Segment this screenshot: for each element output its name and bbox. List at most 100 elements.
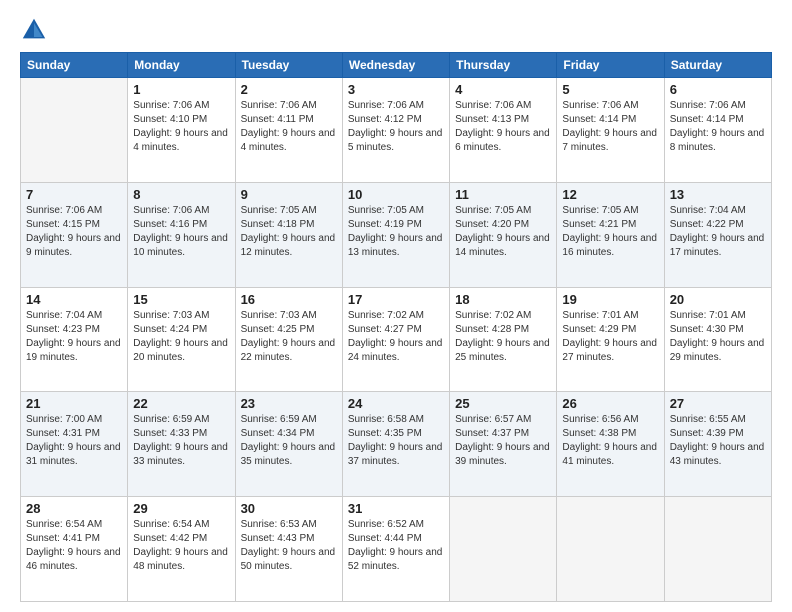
sunrise-label: Sunrise: 6:53 AM	[241, 519, 317, 530]
calendar-week-row: 21Sunrise: 7:00 AMSunset: 4:31 PMDayligh…	[21, 392, 772, 497]
day-info: Sunrise: 7:06 AMSunset: 4:15 PMDaylight:…	[26, 204, 122, 260]
calendar-cell: 24Sunrise: 6:58 AMSunset: 4:35 PMDayligh…	[342, 392, 449, 497]
sunset-label: Sunset: 4:42 PM	[133, 533, 207, 544]
daylight-label: Daylight: 9 hours and 31 minutes.	[26, 442, 121, 467]
sunset-label: Sunset: 4:34 PM	[241, 428, 315, 439]
sunset-label: Sunset: 4:35 PM	[348, 428, 422, 439]
daylight-label: Daylight: 9 hours and 6 minutes.	[455, 128, 550, 153]
sunrise-label: Sunrise: 6:58 AM	[348, 414, 424, 425]
sunset-label: Sunset: 4:12 PM	[348, 114, 422, 125]
day-number: 8	[133, 187, 229, 202]
calendar-cell: 4Sunrise: 7:06 AMSunset: 4:13 PMDaylight…	[450, 78, 557, 183]
calendar-cell: 15Sunrise: 7:03 AMSunset: 4:24 PMDayligh…	[128, 287, 235, 392]
calendar-cell: 17Sunrise: 7:02 AMSunset: 4:27 PMDayligh…	[342, 287, 449, 392]
sunset-label: Sunset: 4:25 PM	[241, 324, 315, 335]
day-number: 30	[241, 501, 337, 516]
calendar-cell: 23Sunrise: 6:59 AMSunset: 4:34 PMDayligh…	[235, 392, 342, 497]
sunset-label: Sunset: 4:20 PM	[455, 219, 529, 230]
day-info: Sunrise: 7:02 AM Sunset: 4:28 PM Daylight:…	[455, 309, 551, 365]
page: SundayMondayTuesdayWednesdayThursdayFrid…	[0, 0, 792, 612]
sunrise-label: Sunrise: 6:56 AM	[562, 414, 638, 425]
column-header-friday: Friday	[557, 53, 664, 78]
daylight-label: Daylight: 9 hours and 17 minutes.	[670, 233, 765, 258]
calendar-cell: 12 Sunrise: 7:05 AMSunset: 4:21 PMDayligh…	[557, 182, 664, 287]
sunrise-label: Sunrise: 7:01 AM	[670, 310, 746, 321]
calendar-cell: 19 Sunrise: 7:01 AMSunset: 4:29 PMDayligh…	[557, 287, 664, 392]
daylight-label: Daylight: 9 hours and 29 minutes.	[670, 338, 765, 363]
sunrise-label: Sunrise: 7:03 AM	[133, 310, 209, 321]
day-info: Sunrise: 7:03 AM Sunset: 4:25 PM Daylight:…	[241, 309, 337, 365]
sunset-label: Sunset: 4:30 PM	[670, 324, 744, 335]
day-info: Sunrise: 7:05 AMSunset: 4:21 PMDaylight:…	[562, 204, 658, 260]
daylight-label: Daylight: 9 hours and 46 minutes.	[26, 547, 121, 572]
sunrise-label: Sunrise: 6:57 AM	[455, 414, 531, 425]
calendar-week-row: 14 Sunrise: 7:04 AMSunset: 4:23 PMDayligh…	[21, 287, 772, 392]
daylight-label: Daylight: 9 hours and 14 minutes.	[455, 233, 550, 258]
day-info: Sunrise: 7:06 AMSunset: 4:12 PMDaylight:…	[348, 99, 444, 155]
day-number: 26	[562, 396, 658, 411]
column-header-tuesday: Tuesday	[235, 53, 342, 78]
calendar-cell: 1 Sunrise: 7:06 AMSunset: 4:10 PMDaylight…	[128, 78, 235, 183]
day-info: Sunrise: 6:59 AMSunset: 4:33 PMDaylight:…	[133, 413, 229, 469]
logo	[20, 16, 52, 44]
day-info: Sunrise: 6:54 AMSunset: 4:41 PMDaylight:…	[26, 518, 122, 574]
sunset-label: Sunset: 4:28 PM	[455, 324, 529, 335]
daylight-label: Daylight: 9 hours and 33 minutes.	[133, 442, 228, 467]
sunset-label: Sunset: 4:27 PM	[348, 324, 422, 335]
calendar-cell	[21, 78, 128, 183]
day-info: Sunrise: 7:06 AMSunset: 4:16 PMDaylight:…	[133, 204, 229, 260]
sunrise-label: Sunrise: 7:01 AM	[562, 310, 638, 321]
day-number: 21	[26, 396, 122, 411]
sunrise-label: Sunrise: 7:04 AM	[670, 205, 746, 216]
day-info: Sunrise: 6:56 AMSunset: 4:38 PMDaylight:…	[562, 413, 658, 469]
calendar-cell: 7Sunrise: 7:06 AMSunset: 4:15 PMDaylight…	[21, 182, 128, 287]
sunrise-label: Sunrise: 7:05 AM	[455, 205, 531, 216]
calendar-cell: 10Sunrise: 7:05 AMSunset: 4:19 PMDayligh…	[342, 182, 449, 287]
day-number: 1	[133, 82, 229, 97]
day-number: 14	[26, 292, 122, 307]
sunrise-label: Sunrise: 6:54 AM	[133, 519, 209, 530]
day-info: Sunrise: 7:01 AM Sunset: 4:30 PM Daylight:…	[670, 309, 766, 365]
day-info: Sunrise: 7:04 AMSunset: 4:23 PMDaylight:…	[26, 309, 122, 365]
day-info: Sunrise: 6:52 AMSunset: 4:44 PMDaylight:…	[348, 518, 444, 574]
day-info: Sunrise: 7:03 AMSunset: 4:24 PMDaylight:…	[133, 309, 229, 365]
day-info: Sunrise: 6:57 AMSunset: 4:37 PMDaylight:…	[455, 413, 551, 469]
column-header-monday: Monday	[128, 53, 235, 78]
sunrise-label: Sunrise: 7:06 AM	[26, 205, 102, 216]
day-number: 9	[241, 187, 337, 202]
daylight-label: Daylight: 9 hours and 13 minutes.	[348, 233, 443, 258]
calendar-cell: 31Sunrise: 6:52 AMSunset: 4:44 PMDayligh…	[342, 497, 449, 602]
day-info: Sunrise: 7:05 AMSunset: 4:18 PMDaylight:…	[241, 204, 337, 260]
day-number: 29	[133, 501, 229, 516]
sunset-label: Sunset: 4:43 PM	[241, 533, 315, 544]
sunset-label: Sunset: 4:15 PM	[26, 219, 100, 230]
day-number: 17	[348, 292, 444, 307]
day-number: 19	[562, 292, 658, 307]
sunset-label: Sunset: 4:39 PM	[670, 428, 744, 439]
day-info: Sunrise: 7:06 AMSunset: 4:10 PMDaylight:…	[133, 99, 229, 155]
sunset-label: Sunset: 4:13 PM	[455, 114, 529, 125]
sunrise-label: Sunrise: 6:55 AM	[670, 414, 746, 425]
sunrise-label: Sunrise: 7:02 AM	[455, 310, 531, 321]
daylight-label: Daylight: 9 hours and 7 minutes.	[562, 128, 657, 153]
day-number: 12	[562, 187, 658, 202]
daylight-label: Daylight: 9 hours and 37 minutes.	[348, 442, 443, 467]
sunrise-label: Sunrise: 7:03 AM	[241, 310, 317, 321]
sunset-label: Sunset: 4:24 PM	[133, 324, 207, 335]
daylight-label: Daylight: 9 hours and 48 minutes.	[133, 547, 228, 572]
day-info: Sunrise: 7:01 AMSunset: 4:29 PMDaylight:…	[562, 309, 658, 365]
day-info: Sunrise: 6:53 AMSunset: 4:43 PMDaylight:…	[241, 518, 337, 574]
sunset-label: Sunset: 4:37 PM	[455, 428, 529, 439]
column-header-thursday: Thursday	[450, 53, 557, 78]
sunrise-label: Sunrise: 7:02 AM	[348, 310, 424, 321]
column-header-wednesday: Wednesday	[342, 53, 449, 78]
calendar-cell: 22Sunrise: 6:59 AMSunset: 4:33 PMDayligh…	[128, 392, 235, 497]
daylight-label: Daylight: 9 hours and 25 minutes.	[455, 338, 550, 363]
daylight-label: Daylight: 9 hours and 27 minutes.	[562, 338, 657, 363]
day-info: Sunrise: 7:06 AMSunset: 4:14 PMDaylight:…	[670, 99, 766, 155]
calendar-cell: 25Sunrise: 6:57 AMSunset: 4:37 PMDayligh…	[450, 392, 557, 497]
sunrise-label: Sunrise: 7:06 AM	[455, 100, 531, 111]
daylight-label: Daylight: 9 hours and 4 minutes.	[133, 128, 228, 153]
daylight-label: Daylight: 9 hours and 22 minutes.	[241, 338, 336, 363]
day-number: 5	[562, 82, 658, 97]
